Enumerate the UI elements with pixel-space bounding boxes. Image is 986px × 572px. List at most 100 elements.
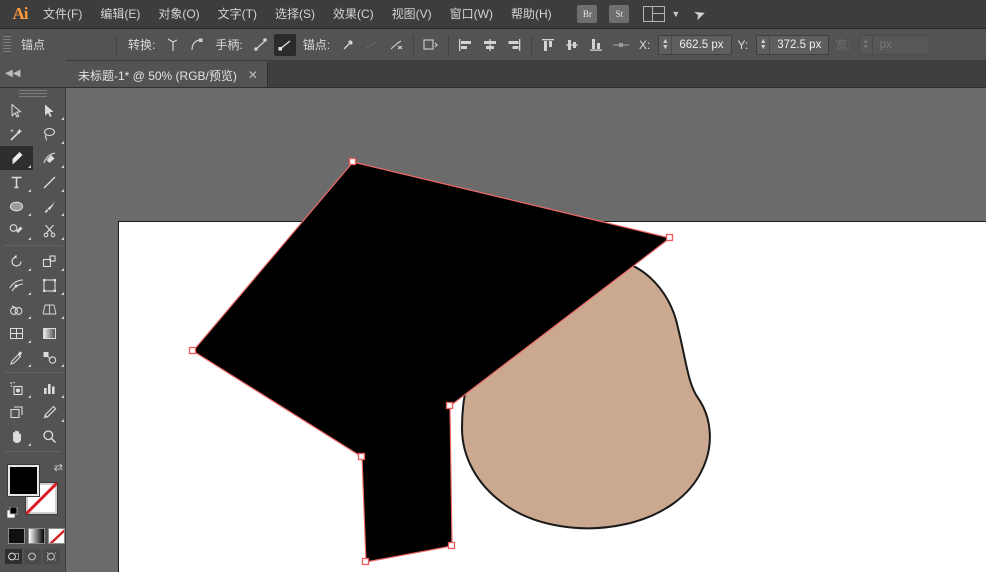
- fill-stroke-swatches: ⇄: [8, 465, 60, 521]
- tool-grid: [0, 98, 65, 448]
- artwork-layer[interactable]: [66, 88, 986, 572]
- tools-panel-grip[interactable]: [19, 90, 47, 97]
- draw-inside-button[interactable]: [43, 549, 60, 564]
- swap-fill-stroke-icon[interactable]: ⇄: [54, 461, 63, 474]
- y-value[interactable]: 372.5 px: [770, 36, 828, 54]
- hand-tool[interactable]: [0, 424, 33, 448]
- hide-handles-icon[interactable]: [274, 34, 296, 56]
- column-graph-tool[interactable]: [33, 376, 66, 400]
- y-coordinate-field[interactable]: ▲▼ 372.5 px: [756, 35, 829, 55]
- color-swatch-button[interactable]: [8, 528, 25, 544]
- divider-icon: [610, 34, 632, 56]
- rotate-tool[interactable]: [0, 249, 33, 273]
- cut-path-icon[interactable]: [385, 34, 407, 56]
- arrange-documents-icon[interactable]: [643, 6, 665, 22]
- selection-tool[interactable]: [0, 98, 33, 122]
- color-mode-buttons: [8, 528, 65, 544]
- anchors-label: 锚点:: [297, 36, 336, 53]
- magic-wand-tool[interactable]: [0, 122, 33, 146]
- menu-file[interactable]: 文件(F): [34, 0, 91, 29]
- none-swatch-button[interactable]: [48, 528, 65, 544]
- anchor-point[interactable]: [449, 543, 455, 549]
- menu-edit[interactable]: 编辑(E): [91, 0, 149, 29]
- menu-select[interactable]: 选择(S): [266, 0, 324, 29]
- paintbrush-tool[interactable]: [33, 194, 66, 218]
- type-tool[interactable]: [0, 170, 33, 194]
- anchor-point[interactable]: [363, 559, 369, 565]
- pen-tool[interactable]: [0, 146, 33, 170]
- eyedropper-tool[interactable]: [0, 345, 33, 369]
- y-stepper[interactable]: ▲▼: [757, 36, 770, 54]
- control-bar-grip[interactable]: [3, 36, 11, 54]
- shape-builder-tool[interactable]: [0, 297, 33, 321]
- scale-tool[interactable]: [33, 249, 66, 273]
- convert-to-corner-icon[interactable]: [162, 34, 184, 56]
- direct-selection-tool[interactable]: [33, 98, 66, 122]
- align-left-icon[interactable]: [455, 34, 477, 56]
- connect-anchors-icon: [361, 34, 383, 56]
- remove-anchor-icon[interactable]: [337, 34, 359, 56]
- scissors-tool[interactable]: [33, 218, 66, 242]
- pencil-tool[interactable]: [0, 218, 33, 242]
- tools-panel: ⇄: [0, 88, 66, 572]
- x-value[interactable]: 662.5 px: [672, 36, 730, 54]
- width-tool[interactable]: [0, 273, 33, 297]
- stock-button[interactable]: St: [609, 5, 629, 23]
- menu-help[interactable]: 帮助(H): [502, 0, 561, 29]
- rocket-icon[interactable]: ➤: [692, 4, 709, 24]
- close-icon[interactable]: ✕: [248, 68, 258, 82]
- perspective-grid-tool[interactable]: [33, 297, 66, 321]
- anchor-point[interactable]: [359, 454, 365, 460]
- mesh-tool[interactable]: [0, 321, 33, 345]
- menu-effect[interactable]: 效果(C): [324, 0, 383, 29]
- menu-window[interactable]: 窗口(W): [441, 0, 502, 29]
- artboard-tool[interactable]: [0, 400, 33, 424]
- menu-object[interactable]: 对象(O): [149, 0, 208, 29]
- bridge-button[interactable]: Br: [577, 5, 597, 23]
- anchor-point[interactable]: [350, 159, 356, 165]
- anchor-point[interactable]: [447, 403, 453, 409]
- menu-bar: Ai 文件(F) 编辑(E) 对象(O) 文字(T) 选择(S) 效果(C) 视…: [0, 0, 986, 29]
- curvature-tool[interactable]: [33, 146, 66, 170]
- default-fill-stroke-icon[interactable]: [7, 507, 20, 523]
- collapse-panel-icon[interactable]: ◀◀: [0, 60, 66, 87]
- document-tab-title: 未标题-1* @ 50% (RGB/预览): [78, 67, 237, 84]
- align-bottom-icon[interactable]: [586, 34, 608, 56]
- tool-divider: [0, 242, 66, 249]
- divider: [413, 35, 414, 55]
- draw-normal-button[interactable]: [5, 549, 22, 564]
- align-center-vertical-icon[interactable]: [562, 34, 584, 56]
- zoom-tool[interactable]: [33, 424, 66, 448]
- chevron-down-icon[interactable]: ▼: [671, 9, 680, 19]
- canvas-area[interactable]: [66, 88, 986, 572]
- align-top-icon[interactable]: [538, 34, 560, 56]
- menu-view[interactable]: 视图(V): [383, 0, 441, 29]
- gradient-tool[interactable]: [33, 321, 66, 345]
- tool-divider: [0, 451, 65, 459]
- anchor-point[interactable]: [190, 348, 196, 354]
- document-tab[interactable]: 未标题-1* @ 50% (RGB/预览) ✕: [66, 61, 268, 87]
- x-coordinate-field[interactable]: ▲▼ 662.5 px: [658, 35, 731, 55]
- free-transform-tool[interactable]: [33, 273, 66, 297]
- lasso-tool[interactable]: [33, 122, 66, 146]
- width-stepper: ▲▼: [860, 36, 873, 54]
- symbol-sprayer-tool[interactable]: [0, 376, 33, 400]
- slice-tool[interactable]: [33, 400, 66, 424]
- y-label: Y:: [732, 38, 755, 52]
- anchor-point[interactable]: [667, 235, 673, 241]
- line-segment-tool[interactable]: [33, 170, 66, 194]
- draw-behind-button[interactable]: [24, 549, 41, 564]
- ellipse-tool[interactable]: [0, 194, 33, 218]
- width-label: 宽:: [829, 36, 856, 53]
- drawing-mode-buttons: [5, 549, 65, 564]
- convert-to-smooth-icon[interactable]: [186, 34, 208, 56]
- align-center-horizontal-icon[interactable]: [479, 34, 501, 56]
- x-stepper[interactable]: ▲▼: [659, 36, 672, 54]
- align-right-icon[interactable]: [503, 34, 525, 56]
- gradient-swatch-button[interactable]: [28, 528, 45, 544]
- isolate-selected-icon[interactable]: [420, 34, 442, 56]
- blend-tool[interactable]: [33, 345, 66, 369]
- fill-swatch[interactable]: [8, 465, 39, 496]
- show-handles-icon[interactable]: [250, 34, 272, 56]
- menu-type[interactable]: 文字(T): [209, 0, 266, 29]
